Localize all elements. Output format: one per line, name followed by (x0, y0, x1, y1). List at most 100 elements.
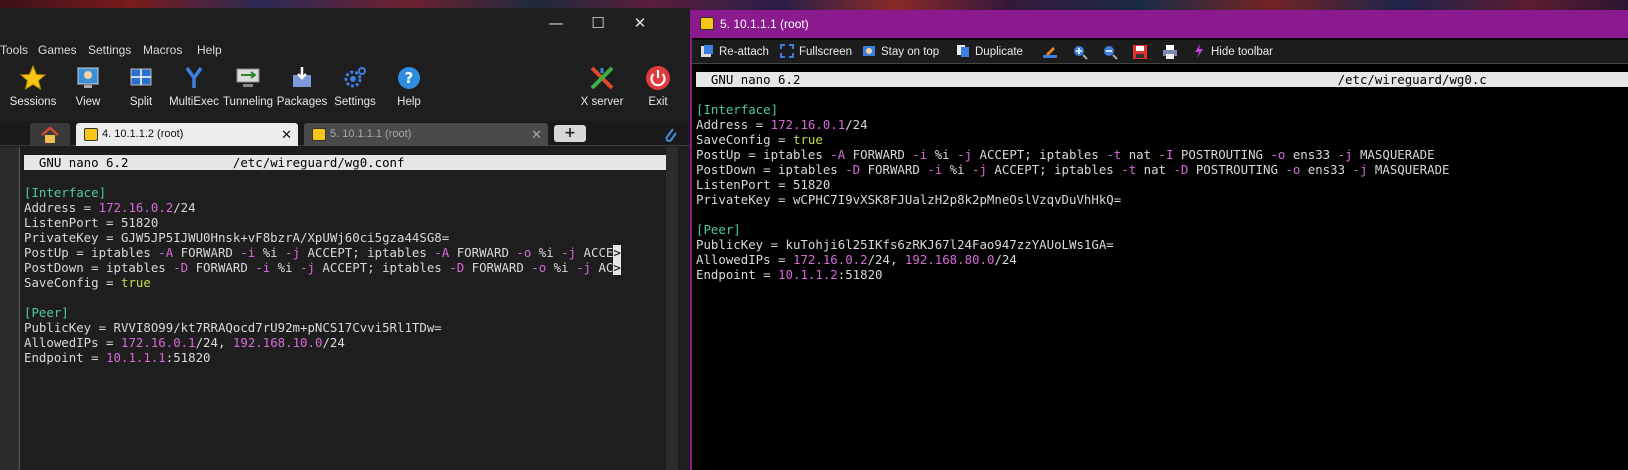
nano-version: GNU nano 6.2 (38, 155, 129, 170)
text: MASQUERADE (1367, 162, 1450, 177)
edit-icon[interactable] (1042, 44, 1058, 60)
exit-button[interactable]: Exit (630, 60, 686, 118)
tab-close-icon[interactable]: ✕ (531, 123, 542, 146)
text: FORWARD (173, 245, 241, 260)
home-icon (41, 126, 59, 143)
x-server-button[interactable]: X server (574, 60, 630, 118)
tab-close-icon[interactable]: ✕ (281, 123, 292, 146)
print-icon[interactable] (1162, 44, 1178, 60)
line-saveconfig-val: true (120, 275, 151, 290)
tab-label: 5. 10.1.1.1 (root) (330, 128, 412, 140)
nano-file-path: /etc/wireguard/wg0.c (1337, 72, 1487, 87)
endpoint-ip: 10.1.1.2 (778, 267, 838, 282)
tab-label: 4. 10.1.1.2 (root) (102, 128, 184, 140)
help-button[interactable]: ? Help (381, 60, 437, 118)
flag: -o (531, 260, 547, 275)
stay-on-top-button[interactable]: Stay on top (862, 43, 939, 61)
packages-icon (293, 67, 311, 87)
settings-button[interactable]: Settings (327, 60, 383, 118)
main-titlebar: — ☐ ✕ (0, 8, 690, 38)
text: %i (546, 260, 577, 275)
multiexec-icon (185, 66, 203, 88)
text: nat (1136, 162, 1174, 177)
flag: -j (285, 245, 301, 260)
hide-toolbar-button[interactable]: Hide toolbar (1192, 43, 1273, 61)
flag: -A (434, 245, 450, 260)
hide-toolbar-label: Hide toolbar (1211, 46, 1274, 58)
terminal-icon (700, 17, 714, 30)
menu-tools[interactable]: Tools (0, 43, 28, 57)
save-icon[interactable] (1132, 44, 1148, 60)
line-saveconfig-key: SaveConfig = (696, 132, 793, 147)
section-peer: [Peer] (24, 305, 69, 320)
allowed-ip: 192.168.80.0 (904, 252, 995, 267)
section-interface: [Interface] (696, 102, 779, 117)
maximize-button[interactable]: ☐ (576, 12, 620, 34)
line-address-key: Address = (24, 200, 99, 215)
split-button[interactable]: Split (113, 60, 169, 118)
star-icon (20, 65, 46, 91)
flag: -i (927, 162, 943, 177)
tab-session-4[interactable]: 4. 10.1.1.2 (root) ✕ (76, 123, 298, 146)
multiexec-label: MultiExec (169, 96, 219, 108)
line-address-ip: 172.16.0.1 (770, 117, 846, 132)
menu-help[interactable]: Help (197, 43, 222, 57)
text: ACCEPT; iptables (986, 162, 1122, 177)
sessions-button[interactable]: Sessions (5, 60, 61, 118)
flag: -A (830, 147, 846, 162)
fullscreen-button[interactable]: Fullscreen (780, 43, 852, 61)
stay-on-top-label: Stay on top (881, 46, 940, 58)
duplicate-label: Duplicate (975, 46, 1023, 58)
home-tab[interactable] (30, 123, 70, 146)
zoom-in-icon[interactable] (1072, 44, 1088, 60)
line-saveconfig-val: true (792, 132, 823, 147)
terminal-icon (84, 128, 98, 141)
flag: -o (516, 245, 532, 260)
menu-macros[interactable]: Macros (143, 43, 182, 57)
flag: -D (1173, 162, 1189, 177)
menu-settings[interactable]: Settings (88, 43, 131, 57)
multiexec-button[interactable]: MultiExec (166, 60, 222, 118)
reattach-label: Re-attach (719, 46, 769, 58)
reattach-button[interactable]: Re-attach (700, 43, 769, 61)
line-postup: PostUp = iptables (24, 245, 159, 260)
flag: -o (1285, 162, 1301, 177)
text: ens33 (1285, 147, 1338, 162)
terminal-scrollbar[interactable] (666, 147, 678, 470)
packages-button[interactable]: Packages (274, 60, 330, 118)
sessions-label: Sessions (9, 96, 57, 108)
main-toolbar: Sessions View Split MultiExec Tunneling … (0, 60, 690, 118)
exit-label: Exit (648, 96, 668, 108)
endpoint-ip: 10.1.1.1 (106, 350, 166, 365)
minimize-button[interactable]: — (534, 12, 578, 34)
terminal-left[interactable]: GNU nano 6.2 /etc/wireguard/wg0.conf [In… (24, 155, 666, 465)
flag: -j (1352, 162, 1368, 177)
line-allowed-key: AllowedIPs = (24, 335, 121, 350)
line-listen-port: ListenPort = 51820 (24, 215, 159, 230)
text: %i (927, 147, 958, 162)
text: ACCEPT; iptables (972, 147, 1107, 162)
duplicate-icon (957, 45, 969, 57)
flag: -A (158, 245, 174, 260)
flag: -D (173, 260, 189, 275)
tab-session-5[interactable]: 5. 10.1.1.1 (root) ✕ (304, 123, 548, 146)
overflow-marker: > (613, 260, 621, 275)
text: nat (1121, 147, 1159, 162)
section-peer: [Peer] (696, 222, 741, 237)
duplicate-button[interactable]: Duplicate (956, 43, 1023, 61)
line-postdown: PostDown = iptables (696, 162, 846, 177)
new-tab-button[interactable]: + (554, 125, 586, 142)
close-button[interactable]: ✕ (618, 12, 662, 34)
menu-games[interactable]: Games (38, 43, 77, 57)
view-button[interactable]: View (60, 60, 116, 118)
flag: -t (1121, 162, 1137, 177)
detached-titlebar: 5. 10.1.1.1 (root) (692, 10, 1628, 38)
side-panel-strip[interactable] (0, 147, 20, 470)
zoom-out-icon[interactable] (1102, 44, 1118, 60)
tunneling-button[interactable]: Tunneling (220, 60, 276, 118)
terminal-right[interactable]: GNU nano 6.2 /etc/wireguard/wg0.c [Inter… (696, 72, 1628, 467)
flag: -D (845, 162, 861, 177)
paperclip-icon[interactable] (662, 125, 678, 143)
tunneling-icon (236, 68, 260, 87)
svg-text:?: ? (405, 69, 414, 87)
